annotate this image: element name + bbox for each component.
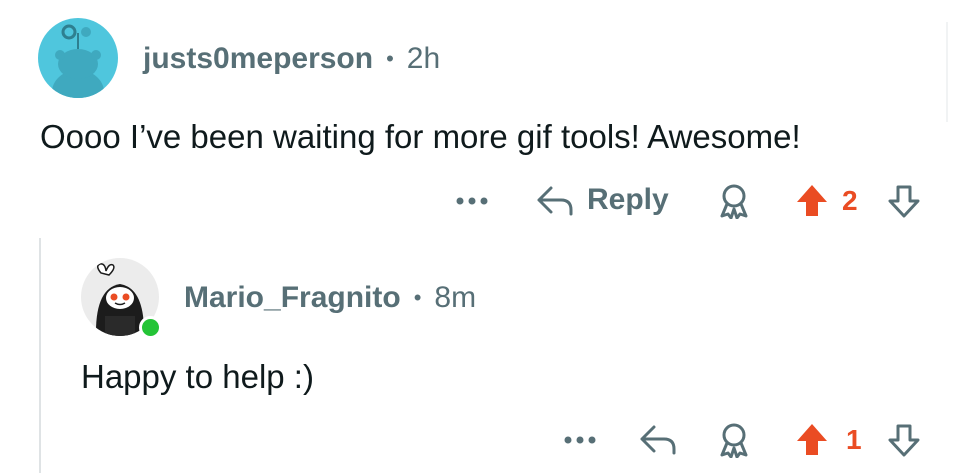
avatar[interactable]: [38, 18, 118, 98]
downvote-icon: [888, 424, 920, 457]
more-icon: [456, 197, 488, 205]
online-status-indicator: [139, 316, 162, 339]
vote-score: 1: [846, 424, 862, 455]
award-icon: [720, 184, 748, 219]
comment-time[interactable]: 8m: [434, 281, 476, 315]
upvote-button[interactable]: [792, 182, 832, 220]
comment-author[interactable]: justs0meperson: [143, 42, 373, 76]
upvote-button[interactable]: [792, 421, 832, 459]
reply-arrow-icon: [537, 186, 573, 216]
award-icon: [720, 423, 748, 458]
upvote-icon: [797, 424, 827, 455]
downvote-button[interactable]: [884, 421, 924, 459]
reply-arrow-icon: [640, 425, 676, 455]
reply-button[interactable]: [636, 418, 680, 460]
divider: [946, 22, 948, 122]
award-button[interactable]: [714, 420, 754, 460]
vote-score: 2: [842, 185, 858, 216]
meta-separator: •: [386, 46, 394, 71]
more-icon: [564, 436, 596, 444]
snoo-avatar-icon: [52, 24, 104, 98]
reply-button[interactable]: Reply: [535, 178, 669, 222]
downvote-button[interactable]: [884, 182, 924, 220]
downvote-icon: [888, 185, 920, 218]
thread-collapse-line[interactable]: [39, 238, 41, 473]
meta-separator: •: [413, 285, 422, 310]
comment-time[interactable]: 2h: [407, 42, 440, 76]
more-options-button[interactable]: [560, 425, 600, 455]
reply-label: Reply: [587, 183, 669, 216]
upvote-icon: [797, 185, 827, 216]
award-button[interactable]: [714, 181, 754, 221]
more-options-button[interactable]: [452, 186, 492, 216]
comment-body: Happy to help :): [81, 358, 314, 395]
comment-author[interactable]: Mario_Fragnito: [184, 281, 401, 315]
comment-body: Oooo I’ve been waiting for more gif tool…: [40, 118, 801, 155]
